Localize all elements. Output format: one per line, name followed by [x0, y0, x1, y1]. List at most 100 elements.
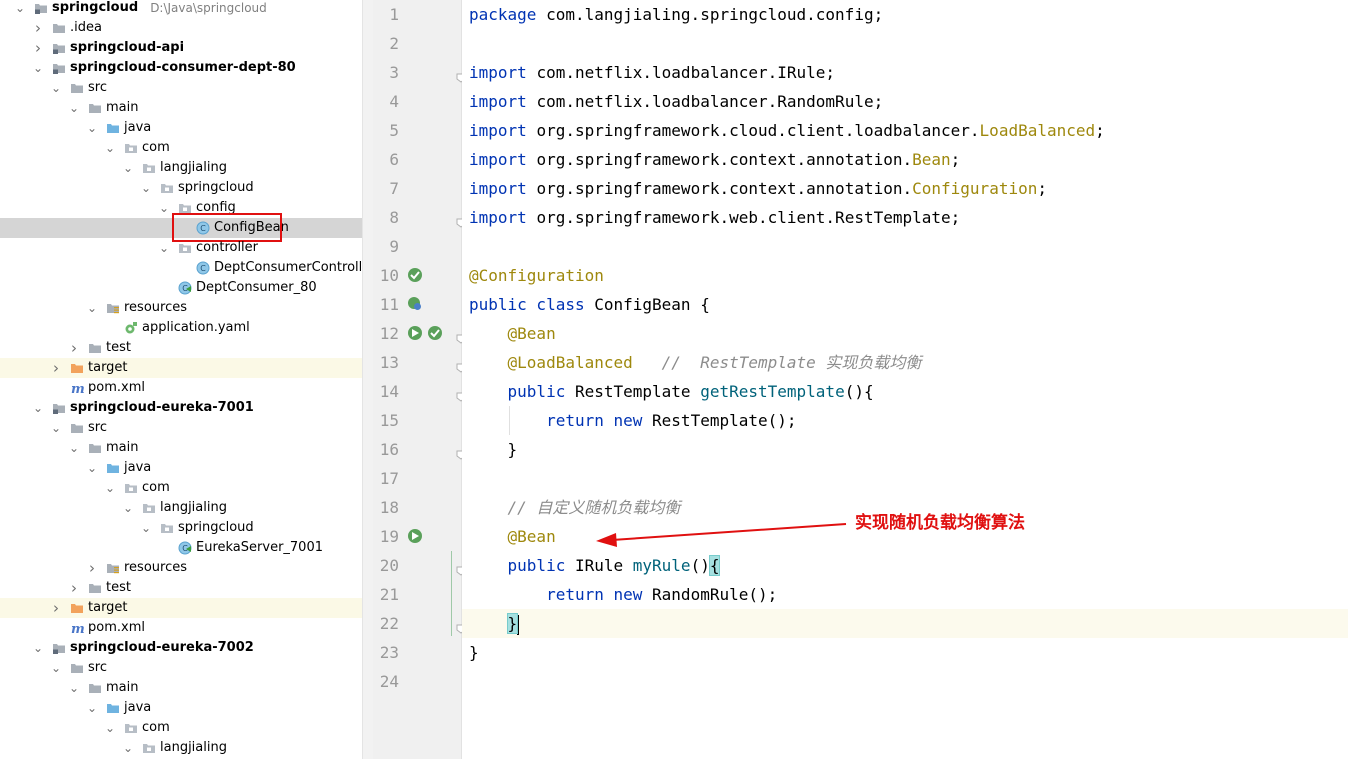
collapse-arrow-icon[interactable]: ⌄	[86, 118, 98, 138]
tree-item[interactable]: ⌄ src	[0, 658, 362, 678]
tree-item[interactable]: ⌄ controller	[0, 238, 362, 258]
expand-arrow-icon[interactable]: ›	[86, 558, 98, 578]
collapse-arrow-icon[interactable]: ⌄	[104, 718, 116, 738]
tree-item[interactable]: ⌄ java	[0, 458, 362, 478]
tree-item[interactable]: › test	[0, 338, 362, 358]
collapse-arrow-icon[interactable]: ⌄	[104, 478, 116, 498]
tree-item[interactable]: ⌄ springcloud D:\Java\springcloud	[0, 0, 362, 18]
line-number: 7	[389, 179, 399, 198]
tree-item[interactable]: › target	[0, 598, 362, 618]
collapse-arrow-icon[interactable]: ⌄	[14, 0, 26, 18]
expand-arrow-icon[interactable]: ›	[68, 578, 80, 598]
code-line[interactable]: return new RandomRule();	[462, 580, 1348, 609]
code-line[interactable]: }	[462, 609, 1348, 638]
spring-bean-check-icon[interactable]	[407, 267, 423, 283]
tree-item[interactable]: › resources	[0, 558, 362, 578]
tree-item[interactable]: ⌄ springcloud	[0, 178, 362, 198]
spring-bean-navigate-icon[interactable]	[407, 325, 423, 341]
collapse-arrow-icon[interactable]: ⌄	[68, 438, 80, 458]
code-line[interactable]: public class ConfigBean {	[462, 290, 1348, 319]
tree-item[interactable]: ⌄ springcloud-eureka-7001	[0, 398, 362, 418]
collapse-arrow-icon[interactable]: ⌄	[32, 398, 44, 418]
tree-item[interactable]: C EurekaServer_7001	[0, 538, 362, 558]
code-line[interactable]: import com.netflix.loadbalancer.IRule;	[462, 58, 1348, 87]
tree-item[interactable]: › test	[0, 578, 362, 598]
tree-item[interactable]: ⌄ com	[0, 478, 362, 498]
collapse-arrow-icon[interactable]: ⌄	[50, 418, 62, 438]
tree-item[interactable]: application.yaml	[0, 318, 362, 338]
collapse-arrow-icon[interactable]: ⌄	[158, 198, 170, 218]
collapse-arrow-icon[interactable]: ⌄	[122, 738, 134, 758]
collapse-arrow-icon[interactable]: ⌄	[50, 658, 62, 678]
code-line[interactable]: import com.netflix.loadbalancer.RandomRu…	[462, 87, 1348, 116]
code-line[interactable]: import org.springframework.context.annot…	[462, 174, 1348, 203]
tree-item[interactable]: C DeptConsumer_80	[0, 278, 362, 298]
expand-arrow-icon[interactable]: ›	[32, 18, 44, 38]
collapse-arrow-icon[interactable]: ⌄	[140, 178, 152, 198]
spring-bean-search-icon[interactable]	[407, 296, 423, 312]
code-line[interactable]	[462, 464, 1348, 493]
collapse-arrow-icon[interactable]: ⌄	[86, 698, 98, 718]
collapse-arrow-icon[interactable]: ⌄	[86, 298, 98, 318]
tree-item[interactable]: ⌄ java	[0, 698, 362, 718]
code-line[interactable]: }	[462, 435, 1348, 464]
tree-item[interactable]: ⌄ src	[0, 78, 362, 98]
code-line[interactable]	[462, 232, 1348, 261]
code-line[interactable]: return new RestTemplate();	[462, 406, 1348, 435]
tree-item[interactable]: ⌄ main	[0, 678, 362, 698]
collapse-arrow-icon[interactable]: ⌄	[32, 638, 44, 658]
code-line[interactable]	[462, 667, 1348, 696]
collapse-arrow-icon[interactable]: ⌄	[104, 138, 116, 158]
code-line[interactable]: package com.langjialing.springcloud.conf…	[462, 0, 1348, 29]
tree-item[interactable]: C ConfigBean	[0, 213, 362, 242]
tree-item[interactable]: ⌄ springcloud-eureka-7002	[0, 638, 362, 658]
tree-item[interactable]: ⌄ main	[0, 438, 362, 458]
collapse-arrow-icon[interactable]: ⌄	[68, 98, 80, 118]
expand-arrow-icon[interactable]: ›	[32, 38, 44, 58]
code-line[interactable]: @LoadBalanced // RestTemplate 实现负载均衡	[462, 348, 1348, 377]
tree-item[interactable]: ⌄ springcloud	[0, 518, 362, 538]
expand-arrow-icon[interactable]: ›	[50, 358, 62, 378]
tree-item[interactable]: ⌄ langjialing	[0, 738, 362, 758]
tree-item[interactable]: C DeptConsumerController	[0, 258, 362, 278]
collapse-arrow-icon[interactable]: ⌄	[86, 458, 98, 478]
expand-arrow-icon[interactable]: ›	[50, 598, 62, 618]
tree-item[interactable]: ⌄ src	[0, 418, 362, 438]
spring-bean-navigate-icon[interactable]	[407, 528, 423, 544]
tree-item[interactable]: m pom.xml	[0, 618, 362, 638]
code-line[interactable]: @Bean	[462, 319, 1348, 348]
code-line[interactable]: }	[462, 638, 1348, 667]
tree-scrollbar[interactable]	[362, 0, 373, 759]
tree-item[interactable]: ⌄ com	[0, 138, 362, 158]
collapse-arrow-icon[interactable]: ⌄	[50, 78, 62, 98]
collapse-arrow-icon[interactable]: ⌄	[140, 518, 152, 538]
expand-arrow-icon[interactable]: ›	[68, 338, 80, 358]
collapse-arrow-icon[interactable]: ⌄	[158, 238, 170, 258]
tree-item[interactable]: › .idea	[0, 18, 362, 38]
code-line[interactable]	[462, 29, 1348, 58]
project-tree-panel[interactable]: ⌄ springcloud D:\Java\springcloud › .idea › sp…	[0, 0, 362, 759]
tree-item[interactable]: ⌄ springcloud-consumer-dept-80	[0, 58, 362, 78]
tree-item[interactable]: m pom.xml	[0, 378, 362, 398]
tree-item[interactable]: ⌄ java	[0, 118, 362, 138]
tree-item[interactable]: ⌄ main	[0, 98, 362, 118]
spring-bean-check-icon[interactable]	[427, 325, 443, 341]
collapse-arrow-icon[interactable]: ⌄	[122, 498, 134, 518]
code-line[interactable]: import org.springframework.web.client.Re…	[462, 203, 1348, 232]
code-line[interactable]: public RestTemplate getRestTemplate(){	[462, 377, 1348, 406]
collapse-arrow-icon[interactable]: ⌄	[32, 58, 44, 78]
collapse-arrow-icon[interactable]: ⌄	[122, 158, 134, 178]
code-line[interactable]: import org.springframework.cloud.client.…	[462, 116, 1348, 145]
code-line[interactable]: import org.springframework.context.annot…	[462, 145, 1348, 174]
tree-item[interactable]: ⌄ langjialing	[0, 498, 362, 518]
code-line[interactable]: @Configuration	[462, 261, 1348, 290]
editor-gutter[interactable]: 1 2 3 4 5 6 7 8 9 10 11 12 13 14 15 16 17 18 19 20 21 22 23 24	[373, 0, 466, 759]
tree-item[interactable]: ⌄ com	[0, 718, 362, 738]
code-editor[interactable]: package com.langjialing.springcloud.conf…	[451, 0, 1348, 759]
code-line[interactable]: public IRule myRule(){	[462, 551, 1348, 580]
tree-item[interactable]: ⌄ langjialing	[0, 158, 362, 178]
tree-item[interactable]: › springcloud-api	[0, 38, 362, 58]
tree-item[interactable]: › target	[0, 358, 362, 378]
tree-item[interactable]: ⌄ resources	[0, 298, 362, 318]
collapse-arrow-icon[interactable]: ⌄	[68, 678, 80, 698]
